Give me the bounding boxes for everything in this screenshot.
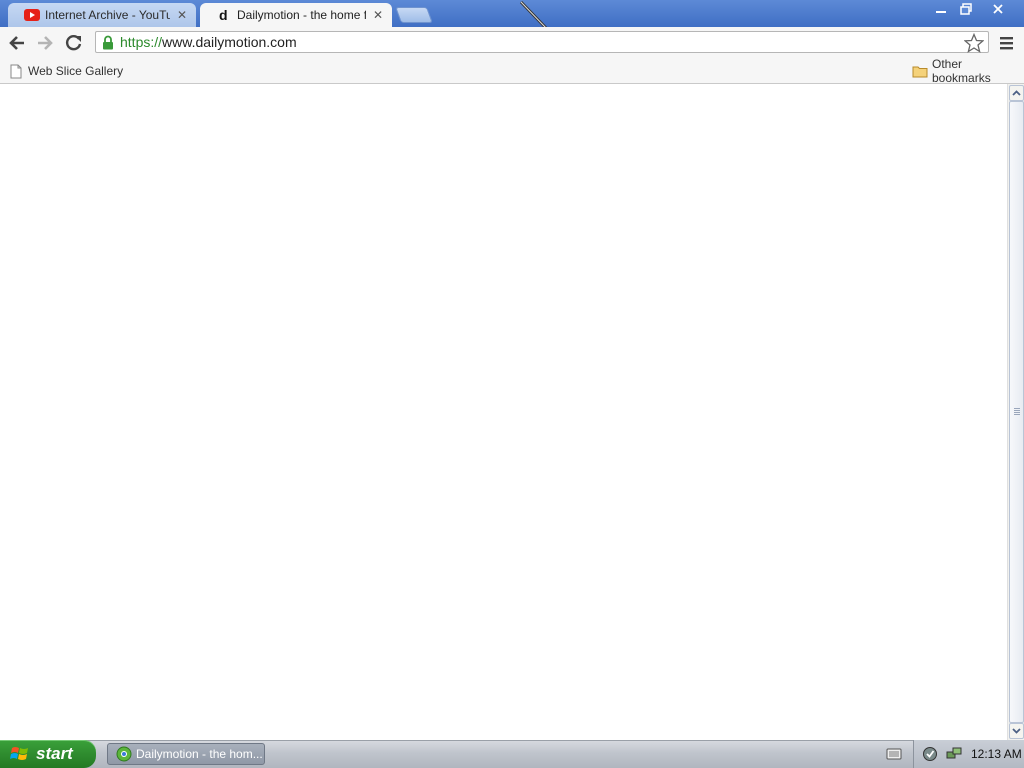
start-label: start — [36, 744, 73, 763]
svg-text:d: d — [219, 8, 228, 22]
close-window-button[interactable] — [980, 0, 1016, 18]
network-icon[interactable] — [946, 746, 962, 762]
scroll-down-button[interactable] — [1009, 723, 1024, 739]
other-bookmarks[interactable]: Other bookmarks — [912, 57, 1024, 85]
chrome-icon — [116, 746, 132, 762]
forward-arrow-icon — [38, 36, 53, 50]
youtube-icon — [24, 7, 40, 23]
url-text: https://www.dailymotion.com — [120, 34, 297, 50]
lock-icon — [102, 34, 116, 50]
url-host: www.dailymotion.com — [162, 34, 297, 50]
bookmark-label: Other bookmarks — [932, 57, 991, 85]
chevron-down-icon — [1012, 728, 1021, 734]
back-button[interactable] — [6, 32, 28, 54]
page-icon — [8, 63, 24, 79]
new-tab-button[interactable] — [395, 7, 433, 23]
dailymotion-d-icon: d — [216, 7, 232, 23]
scrollbar-thumb[interactable] — [1009, 101, 1024, 723]
scroll-up-button[interactable] — [1009, 85, 1024, 101]
system-tray: 12:13 AM — [913, 740, 1024, 768]
tab-dailymotion[interactable]: d Dailymotion - the home for vi ✕ — [200, 3, 392, 27]
taskbar: start Dailymotion - the hom... 12:13 AM — [0, 740, 1024, 768]
menu-icon[interactable] — [998, 35, 1016, 51]
bookmark-star-icon[interactable] — [963, 32, 985, 53]
url-scheme: https:// — [120, 34, 163, 50]
tab-title: Dailymotion - the home for vi — [237, 8, 366, 22]
address-bar[interactable]: https://www.dailymotion.com — [95, 31, 989, 53]
windows-logo-icon — [10, 747, 28, 760]
clock: 12:13 AM — [971, 747, 1022, 761]
taskbar-item-dailymotion[interactable]: Dailymotion - the hom... — [107, 743, 265, 765]
close-tab-icon[interactable]: ✕ — [176, 8, 188, 22]
bookmarks-bar: Web Slice Gallery Other bookmarks — [0, 57, 1024, 85]
tab-title: Internet Archive - YouTube — [45, 8, 170, 22]
browser-toolbar: https://www.dailymotion.com — [0, 27, 1024, 58]
title-bar: Internet Archive - YouTube ✕ d Dailymoti… — [0, 0, 1024, 30]
keyboard-icon[interactable] — [886, 747, 902, 761]
minimize-window-button[interactable] — [928, 0, 954, 18]
bookmark-web-slice-gallery[interactable]: Web Slice Gallery — [8, 62, 123, 80]
start-button[interactable]: start — [0, 740, 96, 768]
restore-window-button[interactable] — [953, 0, 979, 18]
close-tab-icon[interactable]: ✕ — [372, 8, 384, 22]
folder-icon — [912, 63, 928, 79]
chevron-up-icon — [1012, 90, 1021, 96]
reload-button[interactable] — [63, 32, 85, 54]
reload-icon — [65, 34, 82, 51]
bookmark-label: Web Slice Gallery — [28, 64, 124, 78]
tab-internet-archive-youtube[interactable]: Internet Archive - YouTube ✕ — [8, 3, 196, 27]
page-content[interactable] — [0, 84, 1007, 740]
taskbar-item-label: Dailymotion - the hom... — [136, 747, 263, 761]
back-arrow-icon — [9, 36, 24, 50]
vertical-scrollbar[interactable] — [1007, 84, 1024, 740]
grip-icon — [1014, 408, 1020, 416]
forward-button[interactable] — [34, 32, 56, 54]
security-icon[interactable] — [922, 746, 938, 762]
